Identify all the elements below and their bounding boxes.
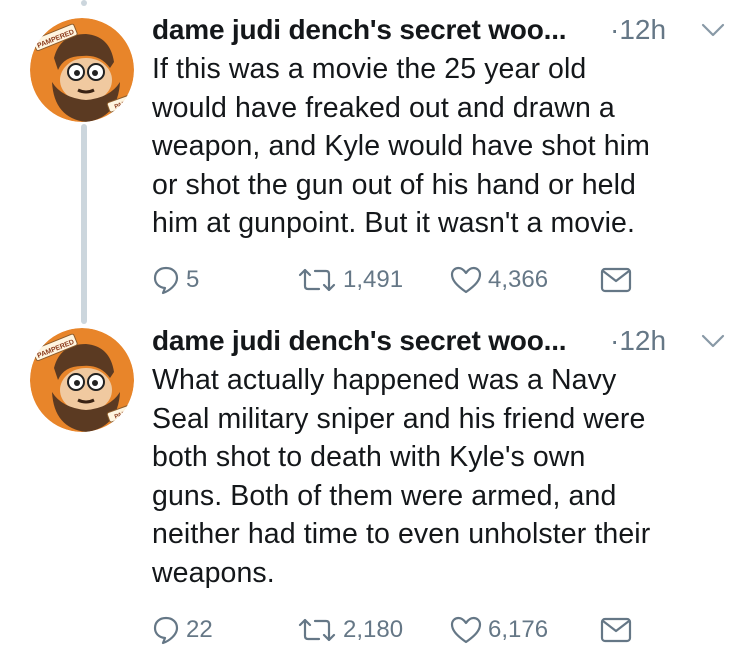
reply-button[interactable]: 5 [152, 263, 199, 297]
like-count: 6,176 [488, 616, 549, 643]
author-name[interactable]: dame judi dench's secret woo... [152, 10, 567, 50]
tweet-header: dame judi dench's secret woo... ·12h [152, 321, 732, 361]
message-button[interactable] [600, 263, 632, 297]
tweet[interactable]: PAMPERED PAIN dame judi dench's secret w… [0, 318, 750, 660]
retweet-button[interactable]: 2,180 [297, 613, 403, 647]
message-button[interactable] [600, 613, 632, 647]
reply-button[interactable]: 22 [152, 613, 213, 647]
chevron-down-icon[interactable] [700, 333, 726, 349]
message-icon [600, 267, 632, 293]
retweet-count: 1,491 [343, 266, 404, 293]
reply-icon [153, 266, 179, 295]
tweet[interactable]: PAMPERED PAIN dame judi dench's secret w… [0, 0, 750, 320]
tweet-header: dame judi dench's secret woo... ·12h [152, 10, 732, 50]
retweet-button[interactable]: 1,491 [297, 263, 403, 297]
avatar[interactable]: PAMPERED PAIN [30, 18, 134, 122]
timestamp[interactable]: ·12h [610, 321, 666, 361]
message-icon [600, 617, 632, 643]
like-icon [450, 266, 482, 294]
avatar[interactable]: PAMPERED PAIN [30, 328, 134, 432]
author-name[interactable]: dame judi dench's secret woo... [152, 321, 567, 361]
tweet-text: If this was a movie the 25 year old woul… [152, 53, 650, 239]
retweet-icon [298, 268, 336, 292]
avatar-illustration: PAMPERED PAIN [30, 328, 134, 432]
timestamp[interactable]: ·12h [610, 10, 666, 50]
tweet-actions: 22 2,180 6,176 [152, 613, 712, 647]
like-icon [450, 616, 482, 644]
reply-icon [153, 616, 179, 645]
like-button[interactable]: 6,176 [450, 613, 548, 647]
retweet-count: 2,180 [343, 616, 404, 643]
like-button[interactable]: 4,366 [450, 263, 548, 297]
chevron-down-icon[interactable] [700, 22, 726, 38]
avatar-illustration: PAMPERED PAIN [30, 18, 134, 122]
tweet-text: What actually happened was a Navy Seal m… [152, 364, 651, 589]
like-count: 4,366 [488, 266, 549, 293]
retweet-icon [298, 618, 336, 642]
reply-count: 5 [186, 266, 200, 293]
tweet-actions: 5 1,491 4,366 [152, 263, 712, 297]
reply-count: 22 [186, 616, 213, 643]
